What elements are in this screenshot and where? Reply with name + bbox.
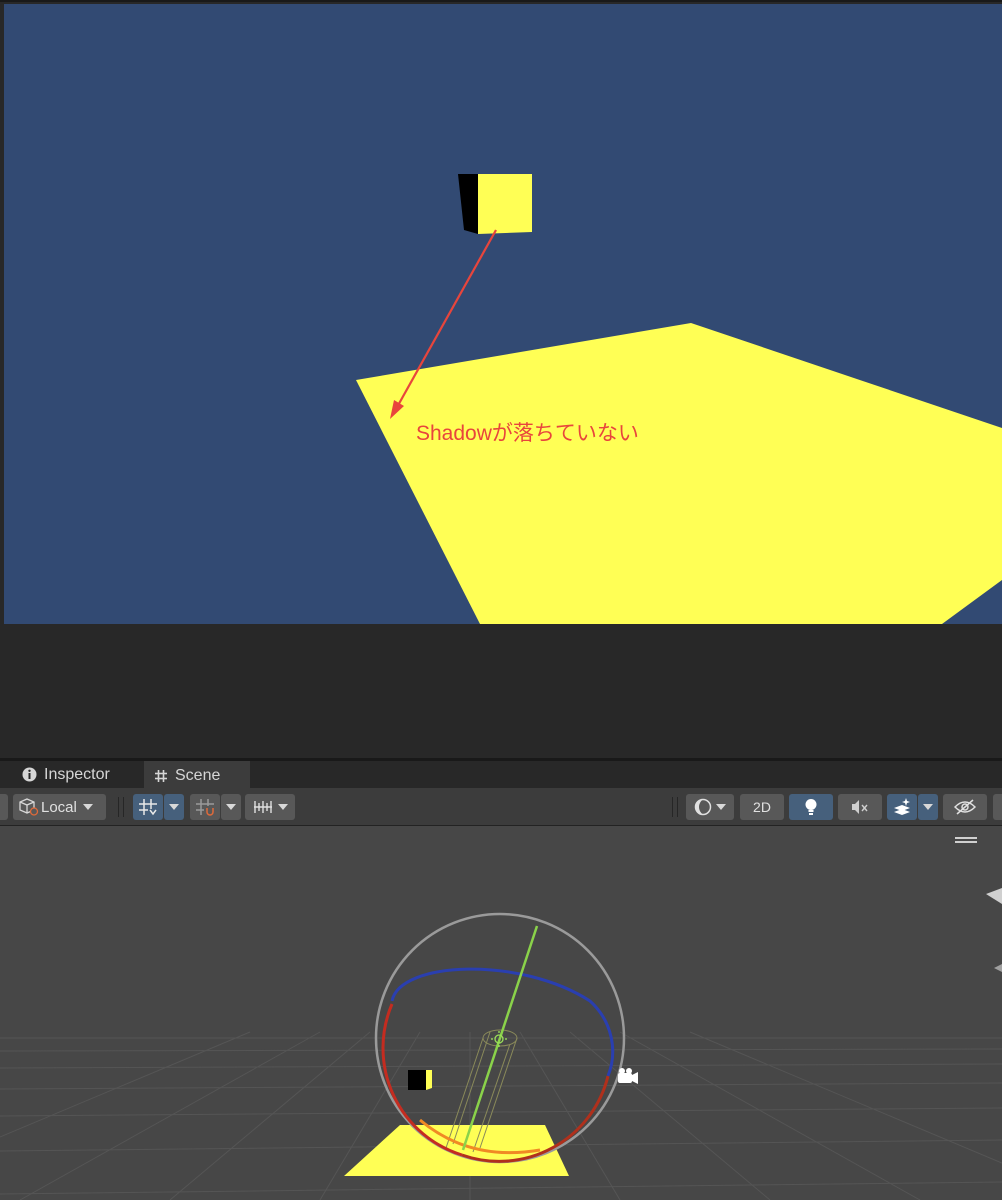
game-view-panel: Shadowが落ちていない [0,0,1002,760]
game-letterbox [4,624,1002,760]
effects-dropdown[interactable] [918,794,938,820]
draw-mode-dropdown[interactable] [686,794,734,820]
scene-toolbar: Local 2D [0,788,1002,826]
chevron-down-icon [277,804,288,810]
toggle-2d-button[interactable]: 2D [740,794,784,820]
shading-mode-icon [694,798,712,816]
scene-visibility-toggle[interactable] [943,794,987,820]
hash-icon [154,769,168,783]
info-icon [22,767,37,782]
rotation-gizmo-z-arc [390,967,615,1077]
tab-bar: Inspector Scene [0,761,1002,788]
plane [356,323,1002,624]
grid-snap-icon [138,798,158,816]
cube-front-face [478,174,532,234]
toggle-2d-label: 2D [753,799,771,815]
toolbar-separator [672,797,678,817]
ruler-icon [253,799,273,815]
pivot-rotation-label: Local [41,798,77,816]
chevron-down-icon [169,804,179,810]
effects-icon [892,798,912,816]
orientation-gizmo [955,837,1002,972]
chevron-down-icon [923,804,933,810]
audio-mute-icon [851,799,869,815]
grid-snap-button[interactable] [133,794,163,820]
toolbar-separator [118,797,124,817]
chevron-down-icon [716,804,726,810]
pivot-cube-icon [19,798,39,816]
increment-snap-button[interactable] [190,794,220,820]
audio-toggle[interactable] [838,794,882,820]
lighting-icon [804,798,818,816]
pivot-rotation-dropdown[interactable]: Local [13,794,106,820]
tab-scene-label: Scene [175,766,221,784]
grid-snap-dropdown[interactable] [164,794,184,820]
game-viewport[interactable]: Shadowが落ちていない [4,4,1002,624]
cube [408,1070,432,1090]
lighting-toggle[interactable] [789,794,833,820]
chevron-down-icon [82,804,93,810]
pivot-mode-button[interactable] [0,794,8,820]
tab-inspector-label: Inspector [44,765,110,783]
increment-snap-dropdown[interactable] [221,794,241,820]
tab-scene[interactable]: Scene [144,761,250,788]
scene-viewport[interactable] [0,826,1002,1200]
shadow-annotation: Shadowが落ちていない [416,422,639,445]
gizmos-button[interactable] [993,794,1002,820]
chevron-down-icon [226,804,236,810]
tab-inspector[interactable]: Inspector [22,761,110,788]
effects-toggle[interactable] [887,794,917,820]
cube-shadow-side [458,174,478,234]
visibility-icon [954,799,976,815]
snap-settings-button[interactable] [245,794,295,820]
increment-snap-icon [195,798,215,816]
camera-icon [618,1068,638,1084]
